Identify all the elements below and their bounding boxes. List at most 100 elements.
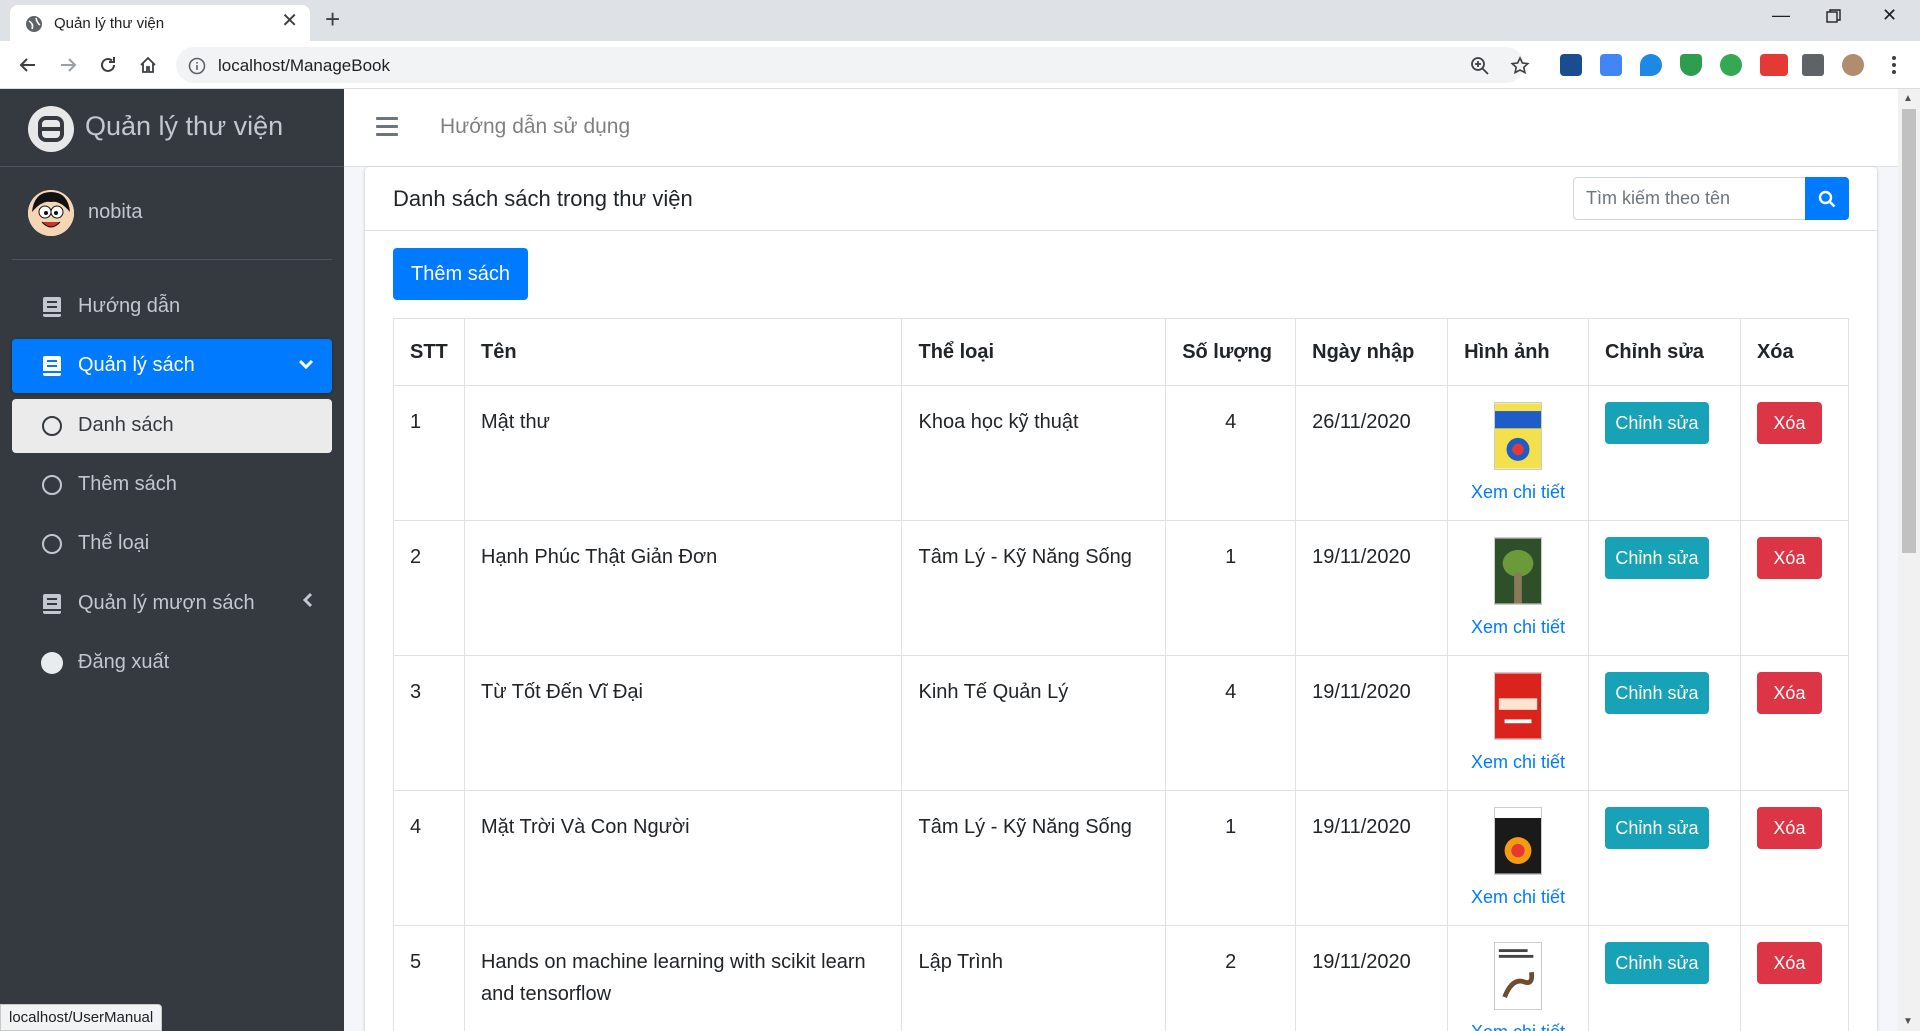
cell-edit: Chỉnh sửa bbox=[1587, 385, 1741, 521]
sidebar-item-label: Danh sách bbox=[78, 414, 174, 436]
scrollbar-thumb[interactable] bbox=[1902, 109, 1916, 553]
add-book-button[interactable]: Thêm sách bbox=[393, 248, 528, 300]
column-header-image[interactable]: Hình ảnh bbox=[1447, 318, 1589, 386]
maximize-icon[interactable] bbox=[1826, 9, 1841, 27]
column-header-date[interactable]: Ngày nhập bbox=[1295, 318, 1449, 386]
table-row: 3 Từ Tốt Đến Vĩ Đại Kinh Tế Quản Lý 4 19… bbox=[393, 655, 1850, 791]
sidebar-item-manage-books[interactable]: Quản lý sách bbox=[12, 339, 332, 393]
edit-button[interactable]: Chỉnh sửa bbox=[1604, 402, 1709, 444]
cell-image: Xem chi tiết bbox=[1447, 385, 1589, 521]
top-navbar: Hướng dẫn sử dụng bbox=[344, 89, 1898, 167]
column-header-edit[interactable]: Chỉnh sửa bbox=[1587, 318, 1741, 386]
filled-circle-icon bbox=[40, 651, 64, 675]
zoom-icon[interactable] bbox=[1470, 56, 1490, 76]
page-scrollbar[interactable]: ▲ ▼ bbox=[1898, 89, 1920, 1031]
user-guide-link[interactable]: Hướng dẫn sử dụng bbox=[440, 115, 630, 139]
book-cover-image[interactable] bbox=[1494, 807, 1543, 875]
table-row: 1 Mật thư Khoa học kỹ thuật 4 26/11/2020… bbox=[393, 385, 1850, 521]
edit-button[interactable]: Chỉnh sửa bbox=[1604, 807, 1709, 849]
shield-icon[interactable] bbox=[1680, 54, 1702, 76]
tab-title: Quản lý thư viện bbox=[54, 15, 165, 32]
sidebar-item-label: Hướng dẫn bbox=[78, 295, 181, 317]
delete-button[interactable]: Xóa bbox=[1756, 402, 1822, 444]
reload-icon[interactable] bbox=[94, 51, 122, 79]
star-icon[interactable] bbox=[1510, 56, 1530, 76]
window-close-icon[interactable]: ✕ bbox=[1882, 6, 1897, 24]
view-detail-link[interactable]: Xem chi tiết bbox=[1471, 482, 1565, 502]
address-bar[interactable]: localhost/ManageBook bbox=[176, 47, 1530, 83]
close-icon[interactable]: ✕ bbox=[281, 11, 298, 31]
browser-tab-strip: Quản lý thư viện ✕ + — ✕ bbox=[0, 0, 1920, 41]
cell-stt: 3 bbox=[393, 655, 465, 791]
home-icon[interactable] bbox=[134, 51, 162, 79]
column-header-quantity[interactable]: Số lượng bbox=[1165, 318, 1297, 386]
brand-text: Quản lý thư viện bbox=[85, 111, 284, 141]
search-input[interactable] bbox=[1573, 177, 1805, 220]
sidebar-item-guide[interactable]: Hướng dẫn bbox=[12, 280, 332, 334]
back-icon[interactable] bbox=[14, 51, 42, 79]
scroll-down-icon[interactable]: ▼ bbox=[1903, 1016, 1913, 1027]
cell-date: 19/11/2020 bbox=[1295, 520, 1449, 656]
sidebar-item-label: Thể loại bbox=[78, 532, 150, 554]
cell-name: Hạnh Phúc Thật Giản Đơn bbox=[463, 520, 903, 656]
chevron-left-icon bbox=[302, 592, 314, 613]
news-extension-icon[interactable] bbox=[1760, 54, 1788, 76]
menu-dots-icon[interactable] bbox=[1880, 51, 1908, 79]
chevron-down-icon bbox=[298, 354, 314, 375]
profile-avatar[interactable] bbox=[1842, 54, 1864, 76]
book-cover-image[interactable] bbox=[1494, 672, 1543, 740]
brand-link[interactable]: Quản lý thư viện bbox=[0, 89, 344, 167]
cell-edit: Chỉnh sửa bbox=[1587, 925, 1741, 1031]
sidebar-item-label: Thêm sách bbox=[78, 473, 177, 495]
username: nobita bbox=[88, 201, 143, 223]
puzzle-icon[interactable] bbox=[1802, 54, 1824, 76]
column-header-category[interactable]: Thể loại bbox=[901, 318, 1167, 386]
view-detail-link[interactable]: Xem chi tiết bbox=[1471, 1022, 1565, 1031]
new-tab-icon[interactable]: + bbox=[325, 6, 340, 32]
sidebar-item-book-list[interactable]: Danh sách bbox=[12, 399, 332, 453]
translate-icon[interactable] bbox=[1600, 54, 1622, 76]
sidebar-item-category[interactable]: Thể loại bbox=[12, 517, 332, 571]
cell-name: Hands on machine learning with scikit le… bbox=[463, 925, 903, 1031]
book-icon bbox=[40, 592, 64, 616]
cell-stt: 4 bbox=[393, 790, 465, 926]
view-detail-link[interactable]: Xem chi tiết bbox=[1471, 617, 1565, 637]
book-cover-image[interactable] bbox=[1494, 402, 1543, 470]
delete-button[interactable]: Xóa bbox=[1756, 942, 1822, 984]
book-cover-image[interactable] bbox=[1494, 537, 1543, 605]
delete-button[interactable]: Xóa bbox=[1756, 807, 1822, 849]
book-cover-image[interactable] bbox=[1494, 942, 1543, 1010]
scroll-up-icon[interactable]: ▲ bbox=[1903, 93, 1913, 104]
minimize-icon[interactable]: — bbox=[1772, 6, 1790, 24]
extension-j-icon[interactable] bbox=[1560, 54, 1582, 76]
column-header-delete[interactable]: Xóa bbox=[1739, 318, 1850, 386]
drop-icon[interactable] bbox=[1640, 54, 1662, 76]
forward-icon[interactable] bbox=[54, 51, 82, 79]
sidebar-item-borrowing[interactable]: Quản lý mượn sách bbox=[12, 577, 332, 631]
info-icon[interactable] bbox=[188, 57, 206, 75]
delete-button[interactable]: Xóa bbox=[1756, 672, 1822, 714]
cell-category: Tâm Lý - Kỹ Năng Sống bbox=[901, 520, 1167, 656]
view-detail-link[interactable]: Xem chi tiết bbox=[1471, 752, 1565, 772]
user-panel[interactable]: nobita bbox=[12, 167, 332, 260]
cell-date: 26/11/2020 bbox=[1295, 385, 1449, 521]
books-table: STT Tên Thể loại Số lượng Ngày nhập Hình… bbox=[393, 318, 1850, 1031]
hamburger-menu-icon[interactable] bbox=[376, 117, 398, 137]
cell-quantity: 1 bbox=[1165, 520, 1297, 656]
search-button[interactable] bbox=[1805, 177, 1849, 220]
check-icon[interactable] bbox=[1720, 54, 1742, 76]
column-header-stt[interactable]: STT bbox=[393, 318, 465, 386]
status-bar-url: localhost/UserManual bbox=[0, 1004, 163, 1031]
sidebar-item-logout[interactable]: Đăng xuất bbox=[12, 636, 332, 690]
delete-button[interactable]: Xóa bbox=[1756, 537, 1822, 579]
browser-tab[interactable]: Quản lý thư viện ✕ bbox=[10, 5, 310, 41]
sidebar-item-add-book[interactable]: Thêm sách bbox=[12, 458, 332, 512]
book-icon bbox=[40, 295, 64, 319]
edit-button[interactable]: Chỉnh sửa bbox=[1604, 672, 1709, 714]
sidebar-item-label: Đăng xuất bbox=[78, 651, 170, 673]
edit-button[interactable]: Chỉnh sửa bbox=[1604, 942, 1709, 984]
column-header-name[interactable]: Tên bbox=[463, 318, 903, 386]
table-row: 2 Hạnh Phúc Thật Giản Đơn Tâm Lý - Kỹ Nă… bbox=[393, 520, 1850, 656]
view-detail-link[interactable]: Xem chi tiết bbox=[1471, 887, 1565, 907]
edit-button[interactable]: Chỉnh sửa bbox=[1604, 537, 1709, 579]
